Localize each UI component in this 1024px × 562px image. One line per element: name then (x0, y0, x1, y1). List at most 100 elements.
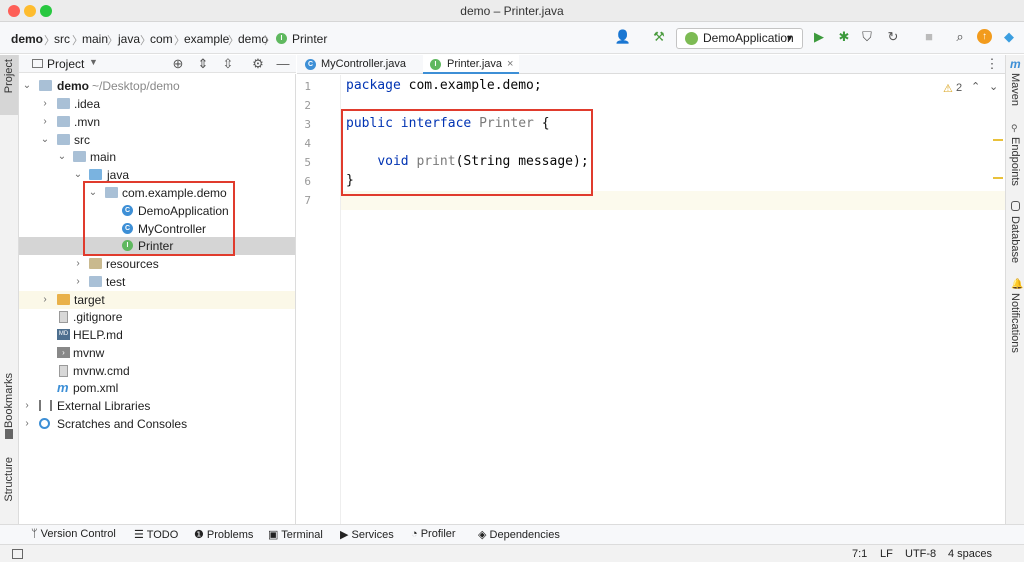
profile-icon[interactable]: ↻ (884, 28, 902, 46)
chevron-right-icon[interactable]: › (73, 255, 83, 273)
breadcrumb-src[interactable]: src (54, 32, 70, 46)
chevron-down-icon[interactable]: ⌄ (40, 131, 50, 149)
folder-icon (57, 116, 70, 127)
caret-position[interactable]: 7:1 (852, 548, 867, 560)
build-hammer-icon[interactable]: ⚒ (650, 28, 668, 46)
database-tool-label[interactable]: Database (1009, 216, 1021, 263)
tree-item-mvn[interactable]: › .mvn (19, 113, 295, 131)
file-encoding[interactable]: UTF-8 (905, 548, 936, 560)
tab-dependencies[interactable]: ◈ Dependencies (478, 528, 560, 541)
folder-icon (39, 80, 52, 91)
hide-panel-icon[interactable]: — (274, 55, 292, 73)
tree-item-gitignore[interactable]: .gitignore (19, 308, 295, 326)
tree-item-external-libraries[interactable]: › External Libraries (19, 397, 295, 415)
chevron-down-icon[interactable]: ⌄ (73, 166, 83, 184)
tab-services[interactable]: ▶ Services (340, 528, 394, 541)
tree-label: demo (57, 79, 90, 93)
tree-label: Scratches and Consoles (57, 417, 188, 431)
locate-icon[interactable]: ⊕ (169, 55, 187, 73)
warning-icon[interactable]: ⚠ (943, 82, 953, 95)
chevron-right-icon[interactable]: › (40, 95, 50, 113)
structure-tool-label[interactable]: Structure (3, 457, 15, 502)
warning-marker[interactable] (993, 139, 1003, 141)
gear-icon[interactable]: ⚙ (249, 55, 267, 73)
breadcrumb-example[interactable]: example (184, 32, 229, 46)
tree-item-test[interactable]: › test (19, 273, 295, 291)
chevron-down-icon[interactable]: ⌄ (57, 148, 67, 166)
tree-item-resources[interactable]: › resources (19, 255, 295, 273)
tab-terminal[interactable]: ▣ Terminal (268, 528, 323, 541)
tree-item-main[interactable]: ⌄ main (19, 148, 295, 166)
tree-item-mvnw[interactable]: › mvnw (19, 344, 295, 362)
more-tabs-icon[interactable]: ⋮ (983, 55, 1001, 73)
tab-profiler[interactable]: ◔ Profiler (411, 528, 456, 540)
interface-icon: I (276, 33, 287, 44)
chevron-down-icon[interactable]: ⌄ (22, 77, 32, 95)
profiler-icon: ◔ (411, 528, 421, 540)
chevron-right-icon[interactable]: › (40, 291, 50, 309)
tab-label: Terminal (281, 529, 323, 541)
tree-item-scratches[interactable]: › Scratches and Consoles (19, 415, 295, 433)
collapse-all-icon[interactable]: ⇳ (219, 55, 237, 73)
tree-item-target[interactable]: › target (19, 291, 295, 309)
breadcrumb-main[interactable]: main (82, 32, 108, 46)
debug-icon[interactable]: ✱ (835, 28, 853, 46)
chevron-right-icon[interactable]: › (40, 113, 50, 131)
chevron-right-icon[interactable]: › (22, 397, 32, 415)
run-configuration-select[interactable]: DemoApplication ▼ (676, 28, 803, 49)
tab-version-control[interactable]: ᛘ Version Control (31, 528, 116, 540)
branch-icon: ᛘ (31, 528, 41, 540)
tree-label: resources (106, 257, 159, 271)
endpoints-icon: ⚲ (1011, 123, 1018, 133)
status-bar: 7:1 LF UTF-8 4 spaces (0, 544, 1024, 562)
chevron-right-icon[interactable]: › (22, 415, 32, 433)
chevron-up-icon[interactable]: ⌃ (971, 80, 980, 93)
endpoints-tool-label[interactable]: Endpoints (1009, 137, 1021, 186)
line-number: 2 (304, 99, 311, 112)
layout-toggle-icon[interactable] (12, 549, 23, 559)
code-editor[interactable]: package com.example.demo; public interfa… (341, 75, 1005, 524)
tree-item-demo[interactable]: ⌄ demo ~/Desktop/demo (19, 77, 295, 95)
left-tool-strip: Project Bookmarks Structure (0, 55, 19, 524)
close-icon[interactable]: × (507, 55, 513, 74)
search-icon[interactable]: ⌕ (951, 28, 969, 46)
tree-item-src[interactable]: ⌄ src (19, 131, 295, 149)
tab-problems[interactable]: ❶ Problems (194, 528, 253, 541)
tab-label: Printer.java (447, 58, 503, 70)
run-icon[interactable]: ▶ (810, 28, 828, 46)
window-title: demo – Printer.java (460, 4, 564, 18)
warning-marker[interactable] (993, 177, 1003, 179)
minimize-window-button[interactable] (24, 5, 36, 17)
maven-tool-label[interactable]: Maven (1009, 73, 1021, 106)
close-window-button[interactable] (8, 5, 20, 17)
ide-logo-icon[interactable]: ◆ (1000, 28, 1018, 46)
project-tool-button[interactable]: Project (0, 55, 18, 115)
chevron-down-icon[interactable]: ▼ (89, 57, 98, 67)
stop-icon[interactable]: ■ (920, 28, 938, 46)
breadcrumb-java[interactable]: java (118, 32, 140, 46)
bottom-tool-bar: ᛘ Version Control ☰ TODO ❶ Problems ▣ Te… (0, 524, 1024, 544)
breadcrumb-printer[interactable]: Printer (292, 32, 327, 46)
indent-setting[interactable]: 4 spaces (948, 548, 992, 560)
maximize-window-button[interactable] (40, 5, 52, 17)
tree-item-help-md[interactable]: MD HELP.md (19, 326, 295, 344)
tab-mycontroller[interactable]: C MyController.java (297, 55, 421, 74)
bookmarks-tool-label[interactable]: Bookmarks (3, 373, 15, 428)
bell-icon: 🔔 (1011, 279, 1024, 290)
notifications-tool-label[interactable]: Notifications (1009, 293, 1021, 353)
tree-item-pom-xml[interactable]: m pom.xml (19, 379, 295, 397)
tab-printer[interactable]: I Printer.java × (423, 55, 519, 74)
tree-item-mvnw-cmd[interactable]: mvnw.cmd (19, 362, 295, 380)
line-ending[interactable]: LF (880, 548, 893, 560)
highlight-box-code (341, 109, 593, 196)
chevron-right-icon[interactable]: › (73, 273, 83, 291)
update-icon[interactable]: ↑ (977, 29, 992, 44)
breadcrumb-demo[interactable]: demo (11, 32, 43, 46)
user-account-icon[interactable]: 👤 (614, 28, 632, 46)
tab-todo[interactable]: ☰ TODO (134, 528, 178, 541)
expand-all-icon[interactable]: ⇕ (194, 55, 212, 73)
coverage-icon[interactable]: ⛉ (858, 28, 876, 46)
tree-item-idea[interactable]: › .idea (19, 95, 295, 113)
breadcrumb-com[interactable]: com (150, 32, 173, 46)
chevron-down-icon[interactable]: ⌄ (989, 80, 998, 93)
